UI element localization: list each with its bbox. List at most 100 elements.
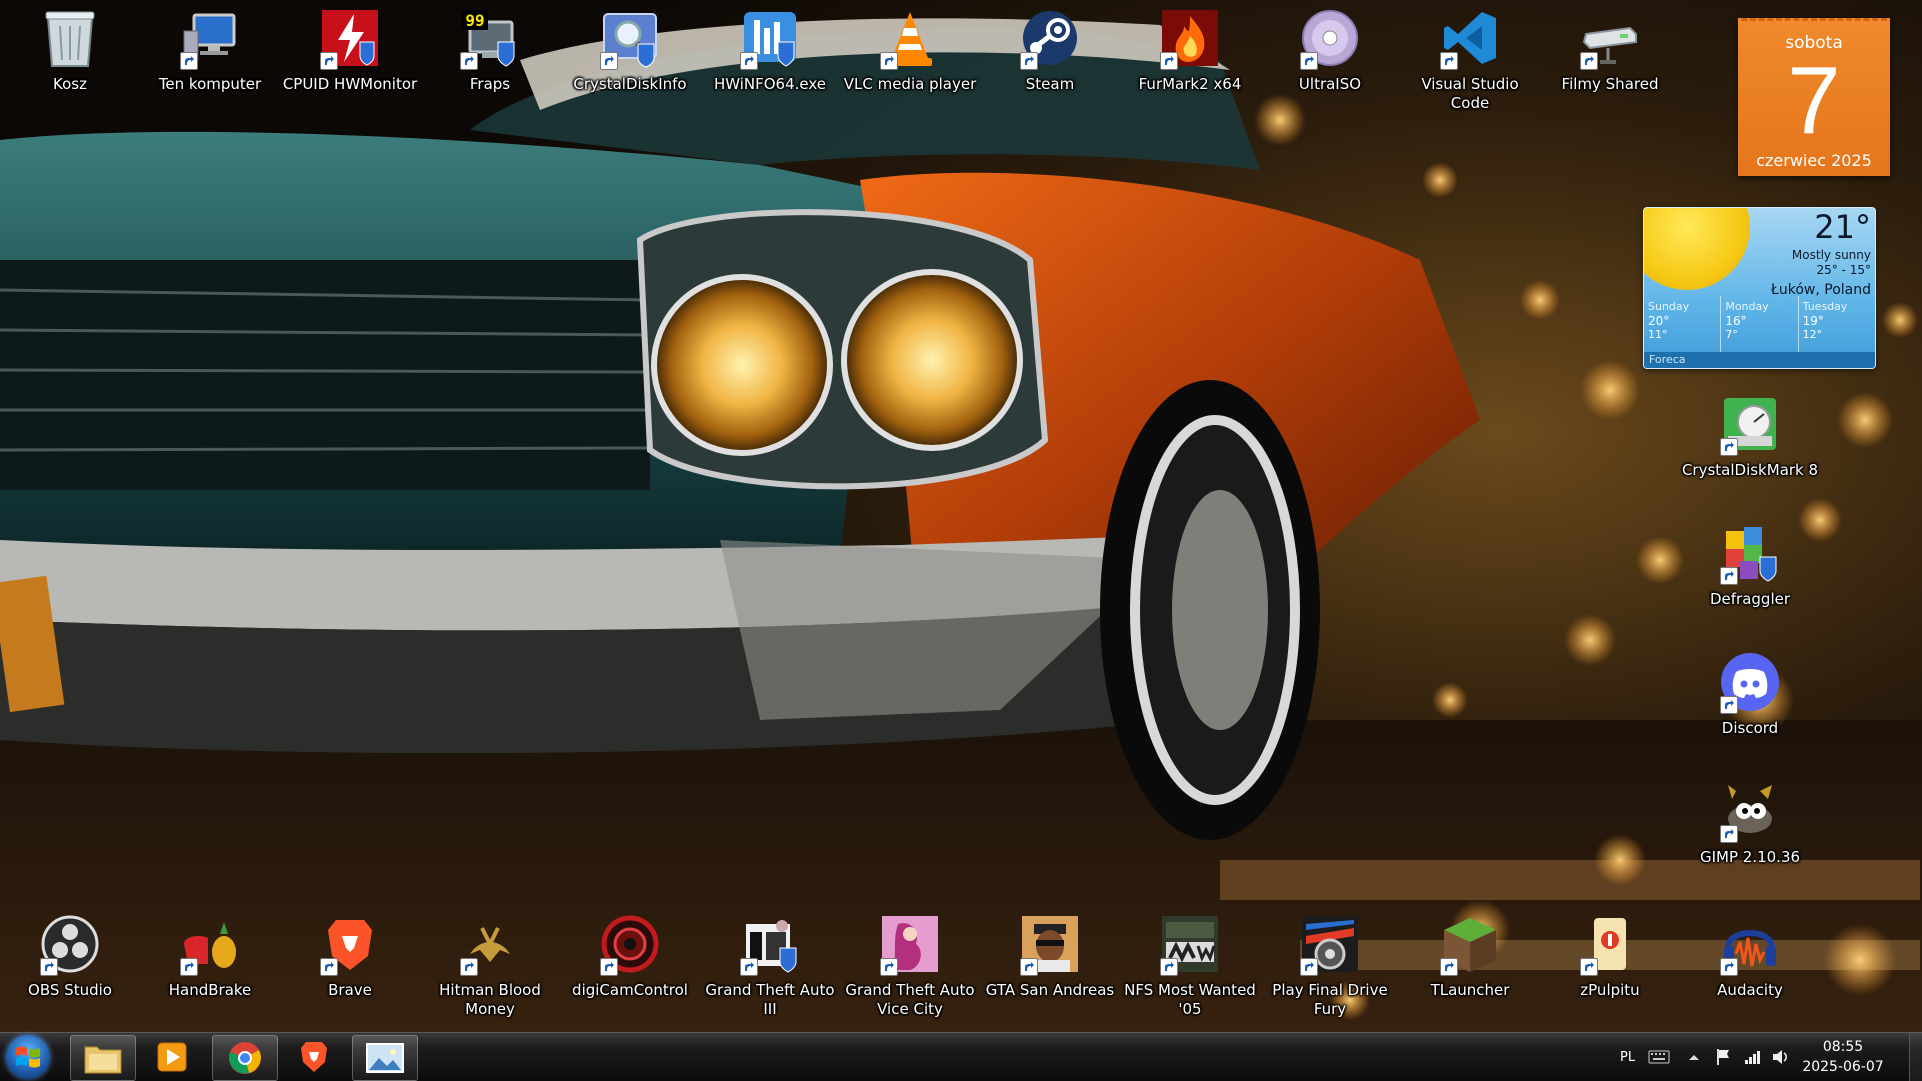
show-desktop-button[interactable] [1909, 1033, 1922, 1081]
shortcut-arrow-icon [600, 958, 618, 976]
taskbar-clock[interactable]: 08:55 2025-06-07 [1800, 1037, 1886, 1077]
shortcut-arrow-icon [1720, 958, 1738, 976]
icon-label: Audacity [1717, 981, 1783, 999]
desktop-icon-obs[interactable]: OBS Studio [0, 912, 140, 1000]
weather-temperature: 21° [1814, 208, 1871, 246]
shortcut-arrow-icon [1720, 825, 1738, 843]
desktop-icon-crystaldiskmark[interactable]: CrystalDiskMark 8 [1680, 392, 1820, 480]
icon-label: Hitman Blood Money [439, 981, 541, 1018]
disc-icon [1298, 6, 1362, 70]
taskbar-media-player[interactable] [140, 1035, 204, 1079]
shortcut-arrow-icon [1300, 52, 1318, 70]
action-center-flag-icon[interactable] [1714, 1033, 1732, 1081]
shortcut-arrow-icon [1720, 438, 1738, 456]
file-explorer-icon [84, 1046, 122, 1074]
taskbar-chrome[interactable] [212, 1035, 278, 1081]
desktop-icon-discord[interactable]: Discord [1680, 650, 1820, 738]
desktop-icon-handbrake[interactable]: HandBrake [140, 912, 280, 1000]
desktop-icon-kosz[interactable]: Kosz [0, 6, 140, 94]
keyboard-icon[interactable] [1648, 1033, 1670, 1081]
desktop-icon-tlauncher[interactable]: TLauncher [1400, 912, 1540, 1000]
gimp-icon [1718, 779, 1782, 843]
shortcut-arrow-icon [1440, 958, 1458, 976]
desktop-icon-crystaldiskinfo[interactable]: CrystalDiskInfo [560, 6, 700, 94]
start-button[interactable] [6, 1035, 50, 1079]
desktop-icon-ten-komputer[interactable]: Ten komputer [140, 6, 280, 94]
desktop-icon-fraps[interactable]: 99 Fraps [420, 6, 560, 94]
icon-label: Brave [328, 981, 372, 999]
folder-icon [1578, 912, 1642, 976]
shortcut-arrow-icon [320, 958, 338, 976]
calendar-day-number: 7 [1787, 47, 1841, 154]
language-code: PL [1620, 1049, 1636, 1065]
desktop-icon-defraggler[interactable]: Defraggler [1680, 521, 1820, 609]
weather-condition: Mostly sunny [1791, 248, 1871, 262]
shortcut-arrow-icon [1580, 52, 1598, 70]
calendar-gadget[interactable]: sobota 7 czerwiec 2025 [1738, 18, 1890, 176]
weather-forecast: Sunday 20° 11° Monday 16° 7° Tuesday 19°… [1644, 296, 1875, 352]
shortcut-arrow-icon [1720, 567, 1738, 585]
clock-time: 08:55 [1822, 1039, 1864, 1055]
icon-label: Defraggler [1709, 590, 1791, 608]
desktop-icon-zpulpitu[interactable]: zPulpitu [1540, 912, 1680, 1000]
desktop-icon-gta3[interactable]: Grand Theft Auto III [700, 912, 840, 1019]
desktop-icon-ultraiso[interactable]: UltraISO [1260, 6, 1400, 94]
desktop-icon-final-drive-fury[interactable]: Play Final Drive Fury [1260, 912, 1400, 1019]
weather-gadget[interactable]: 21° Mostly sunny 25° - 15° Łuków, Poland… [1643, 207, 1876, 369]
show-hidden-icons-chevron-icon[interactable] [1688, 1033, 1700, 1081]
shortcut-arrow-icon [460, 958, 478, 976]
computer-icon [178, 6, 242, 70]
furmark-icon [1158, 6, 1222, 70]
fraps-icon: 99 [458, 6, 522, 70]
vscode-icon [1438, 6, 1502, 70]
taskbar-photo-viewer[interactable] [352, 1035, 418, 1081]
shortcut-arrow-icon [1580, 958, 1598, 976]
shortcut-arrow-icon [1160, 958, 1178, 976]
desktop-icon-audacity[interactable]: Audacity [1680, 912, 1820, 1000]
desktop-icon-digicamcontrol[interactable]: digiCamControl [560, 912, 700, 1000]
shortcut-arrow-icon [40, 958, 58, 976]
desktop-icon-vlc[interactable]: VLC media player [840, 6, 980, 94]
icon-label: Visual Studio Code [1421, 75, 1519, 112]
shortcut-arrow-icon [740, 52, 758, 70]
icon-label: FurMark2 x64 [1138, 75, 1242, 93]
volume-icon[interactable] [1772, 1033, 1790, 1081]
tlauncher-icon [1438, 912, 1502, 976]
weather-range: 25° - 15° [1816, 263, 1872, 277]
desktop-icon-hitman[interactable]: Hitman Blood Money [420, 912, 560, 1019]
sun-icon [1644, 208, 1750, 290]
discord-icon [1718, 650, 1782, 714]
gta-san-andreas-icon [1018, 912, 1082, 976]
gta-vice-city-icon [878, 912, 942, 976]
clock-date: 2025-06-07 [1802, 1059, 1884, 1075]
desktop-icon-brave[interactable]: Brave [280, 912, 420, 1000]
desktop-icon-filmy-shared[interactable]: Filmy Shared [1540, 6, 1680, 94]
taskbar-explorer[interactable] [70, 1035, 136, 1081]
desktop-icon-nfs-most-wanted[interactable]: NFS Most Wanted '05 [1120, 912, 1260, 1019]
desktop-icon-gta-san-andreas[interactable]: GTA San Andreas [980, 912, 1120, 1000]
desktop-icon-hwinfo[interactable]: HWiNFO64.exe [700, 6, 840, 94]
hwmonitor-icon [318, 6, 382, 70]
forecast-low: 7° [1725, 328, 1738, 341]
taskbar-brave[interactable] [282, 1035, 346, 1079]
crystaldiskinfo-icon [598, 6, 662, 70]
desktop-icon-hwmonitor[interactable]: CPUID HWMonitor [280, 6, 420, 94]
media-player-icon [157, 1042, 187, 1072]
desktop-icon-gta-vice-city[interactable]: Grand Theft Auto Vice City [840, 912, 980, 1019]
fps-badge: 99 [465, 11, 484, 30]
desktop-icon-gimp[interactable]: GIMP 2.10.36 [1680, 779, 1820, 867]
desktop-icon-steam[interactable]: Steam [980, 6, 1120, 94]
icon-label: HWiNFO64.exe [713, 75, 827, 93]
shortcut-arrow-icon [880, 52, 898, 70]
icon-label: HandBrake [168, 981, 252, 999]
icon-label: CrystalDiskInfo [573, 75, 687, 93]
weather-provider[interactable]: Foreca [1644, 352, 1875, 368]
icon-label: GIMP 2.10.36 [1699, 848, 1801, 866]
steam-icon [1018, 6, 1082, 70]
desktop-icon-vscode[interactable]: Visual Studio Code [1400, 6, 1540, 113]
shortcut-arrow-icon [320, 52, 338, 70]
icon-label: Fraps [469, 75, 511, 93]
language-indicator[interactable]: PL [1620, 1033, 1635, 1081]
network-signal-icon[interactable] [1744, 1033, 1762, 1081]
desktop-icon-furmark[interactable]: FurMark2 x64 [1120, 6, 1260, 94]
